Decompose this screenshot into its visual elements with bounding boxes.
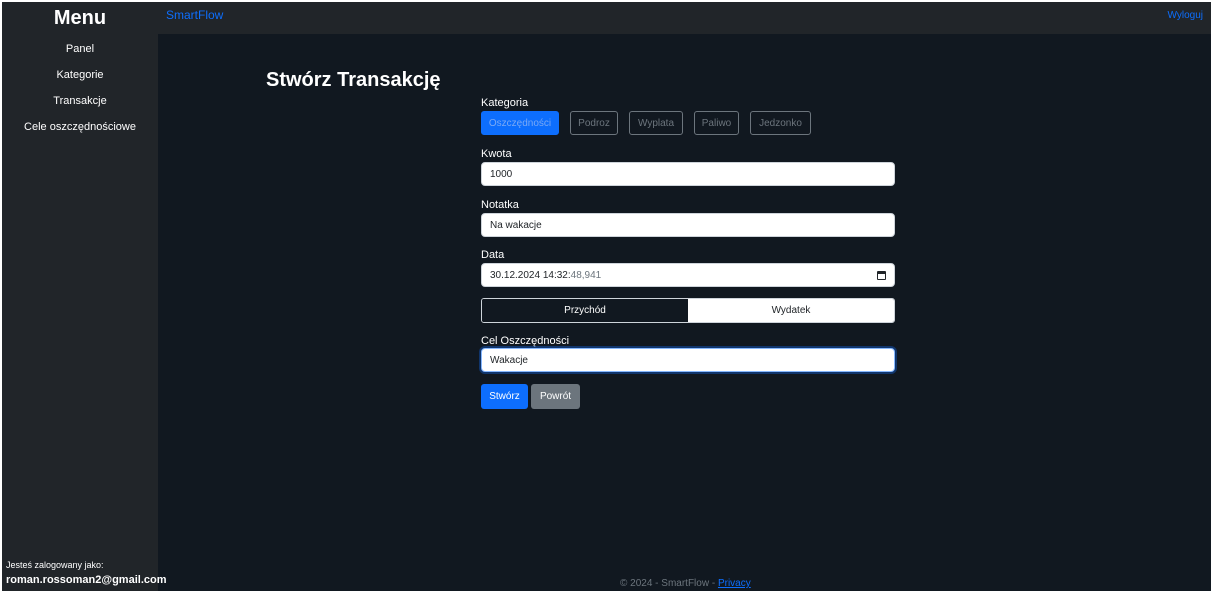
footer-text: © 2024 - SmartFlow - [620, 578, 718, 589]
sidebar-item-kategorie[interactable]: Kategorie [2, 69, 158, 81]
note-value: Na wakacje [490, 219, 542, 231]
create-button[interactable]: Stwórz [481, 384, 528, 409]
page-title: Stwórz Transakcję [266, 69, 441, 91]
calendar-icon[interactable] [877, 271, 886, 280]
type-option-wydatek[interactable]: Wydatek [688, 299, 894, 322]
category-button-podroz[interactable]: Podroz [570, 111, 618, 135]
logged-in-user: roman.rossoman2@gmail.com [6, 574, 167, 586]
type-option-przychod[interactable]: Przychód [482, 299, 688, 322]
menu-title: Menu [53, 7, 107, 29]
transaction-type-toggle: Przychód Wydatek [481, 298, 895, 323]
amount-value: 1000 [490, 168, 513, 180]
goal-label: Cel Oszczędności [481, 335, 570, 347]
category-button-wyplata[interactable]: Wyplata [629, 111, 683, 135]
note-input[interactable]: Na wakacje [481, 213, 895, 237]
logged-in-label: Jesteś zalogowany jako: [6, 560, 104, 570]
category-button-oszczednosci[interactable]: Oszczędności [481, 111, 559, 135]
category-button-jedzonko[interactable]: Jedzonko [750, 111, 811, 135]
goal-value: Wakacje [490, 354, 528, 366]
footer: © 2024 - SmartFlow - Privacy [620, 578, 751, 589]
amount-input[interactable]: 1000 [481, 162, 895, 186]
date-input[interactable]: 30.12.2024 14:32: 48,941 [481, 263, 895, 287]
amount-label: Kwota [481, 148, 512, 160]
note-label: Notatka [481, 199, 519, 211]
privacy-link[interactable]: Privacy [718, 578, 751, 589]
sidebar: Menu Panel Kategorie Transakcje Cele osz… [2, 2, 167, 591]
goal-select[interactable]: Wakacje [481, 348, 895, 372]
category-button-paliwo[interactable]: Paliwo [694, 111, 739, 135]
sidebar-item-panel[interactable]: Panel [2, 43, 158, 55]
brand-link[interactable]: SmartFlow [166, 8, 223, 22]
logout-link[interactable]: Wyloguj [1168, 10, 1203, 21]
date-label: Data [481, 249, 505, 261]
app-window: Menu Panel Kategorie Transakcje Cele osz… [2, 2, 1211, 591]
date-value: 30.12.2024 14:32: [490, 269, 571, 281]
category-label: Kategoria [481, 97, 529, 109]
top-navbar: SmartFlow Wyloguj [158, 2, 1211, 34]
date-value-seconds: 48,941 [570, 269, 602, 281]
back-button[interactable]: Powrót [531, 384, 580, 409]
sidebar-item-cele[interactable]: Cele oszczędnościowe [2, 121, 158, 133]
sidebar-item-transakcje[interactable]: Transakcje [2, 95, 158, 107]
